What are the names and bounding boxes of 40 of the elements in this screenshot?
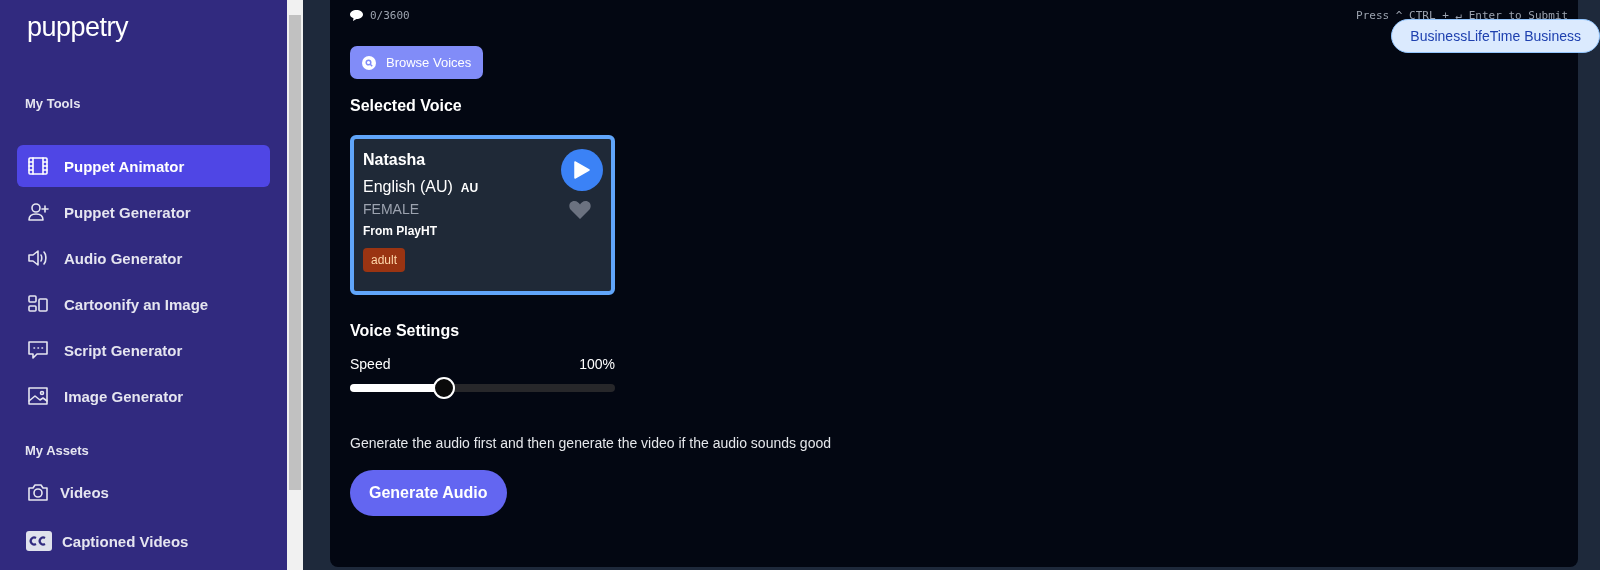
- slider-thumb[interactable]: [432, 377, 455, 399]
- film-icon: [26, 154, 50, 178]
- voice-source: From PlayHT: [363, 224, 437, 238]
- heart-icon[interactable]: [569, 200, 591, 219]
- chat-bubble-icon: [26, 338, 50, 362]
- user-plus-icon: [26, 200, 50, 224]
- chat-bubble-icon: [350, 9, 363, 21]
- voice-card[interactable]: Natasha English (AU) AU FEMALE From PlayHT adult: [350, 135, 615, 295]
- play-icon: [574, 161, 590, 179]
- plan-badge: BusinessLifeTime Business: [1391, 19, 1600, 53]
- sidebar-item[interactable]: Captioned Videos: [17, 519, 270, 563]
- sidebar-item[interactable]: Script Generator: [17, 329, 270, 371]
- hint-text: Generate the audio first and then generate the video if the audio sounds good: [350, 435, 832, 451]
- play-button[interactable]: [561, 149, 603, 191]
- search-icon: [362, 55, 376, 70]
- section-heading: My Assets: [25, 443, 89, 458]
- tag: adult: [363, 248, 406, 272]
- image-icon: [26, 384, 50, 408]
- sidebar-item[interactable]: Puppet Generator: [17, 191, 270, 233]
- sidebar-item[interactable]: Puppet Animator: [17, 145, 270, 187]
- submit-hint: Press ^ CTRL + ↵ Enter to Submit: [1356, 8, 1568, 22]
- speed-slider[interactable]: [350, 377, 615, 399]
- character-counter: 0/3600: [370, 8, 410, 22]
- voice-name: Natasha: [363, 151, 427, 169]
- slider-value: 100%: [579, 356, 615, 372]
- section-heading: Selected Voice: [350, 97, 463, 115]
- section-heading: Voice Settings: [350, 322, 461, 340]
- accent-label: AU: [460, 181, 479, 195]
- slider-label: Speed: [350, 356, 391, 372]
- generate-audio-button[interactable]: Generate Audio: [350, 470, 507, 516]
- voice-language: English (AU): [363, 178, 453, 196]
- captions-icon: [26, 530, 52, 552]
- sidebar-item[interactable]: Videos: [17, 470, 270, 514]
- scrollbar[interactable]: [287, 0, 303, 570]
- sidebar-item[interactable]: Audio Generator: [17, 237, 270, 279]
- sidebar-item[interactable]: Image Generator: [17, 375, 270, 417]
- voice-gender: FEMALE: [363, 201, 419, 217]
- section-heading: My Tools: [25, 96, 81, 111]
- puppetry-logo: puppetry: [27, 12, 129, 42]
- sidebar-item[interactable]: Cartoonify an Image: [17, 283, 270, 325]
